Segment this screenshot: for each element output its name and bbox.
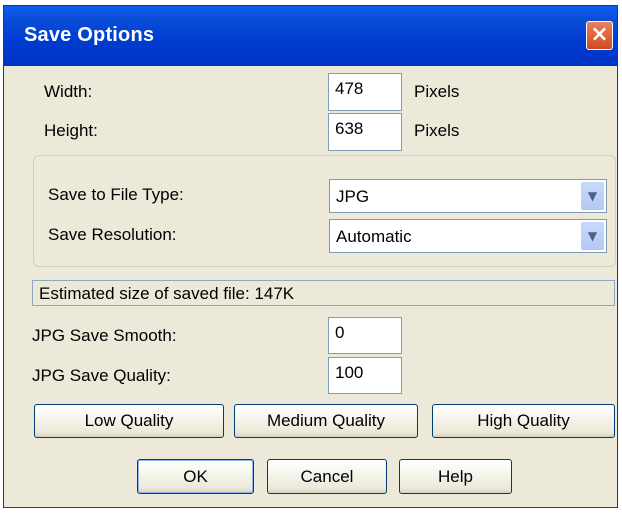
close-button[interactable]: × [586, 21, 613, 50]
resolution-label: Save Resolution: [48, 225, 177, 244]
low-quality-button[interactable]: Low Quality [34, 404, 224, 438]
save-type-group: Save to File Type: JPG ▼ Save Resolution… [33, 155, 616, 267]
chevron-down-icon[interactable]: ▼ [581, 222, 604, 250]
title-bar[interactable]: Save Options × [4, 6, 617, 66]
jpg-smooth-input[interactable]: 0 [328, 317, 402, 354]
help-button[interactable]: Help [399, 459, 512, 494]
width-label: Width: [44, 82, 93, 101]
file-type-label: Save to File Type: [48, 185, 184, 204]
jpg-smooth-label: JPG Save Smooth: [32, 326, 177, 345]
file-type-value: JPG [336, 187, 370, 206]
width-input[interactable]: 478 [328, 73, 402, 111]
height-input[interactable]: 638 [328, 113, 402, 151]
cancel-button[interactable]: Cancel [267, 459, 387, 494]
file-type-dropdown[interactable]: JPG ▼ [329, 179, 607, 213]
chevron-down-icon[interactable]: ▼ [581, 182, 604, 210]
height-unit-label: Pixels [414, 121, 460, 140]
resolution-value: Automatic [336, 227, 412, 246]
height-label: Height: [44, 121, 98, 140]
ok-button[interactable]: OK [137, 459, 254, 494]
save-options-dialog: Save Options × Width: 478 Pixels Height:… [3, 5, 618, 508]
high-quality-button[interactable]: High Quality [432, 404, 615, 438]
medium-quality-button[interactable]: Medium Quality [234, 404, 418, 438]
jpg-quality-label: JPG Save Quality: [32, 366, 171, 385]
width-unit-label: Pixels [414, 82, 460, 101]
dialog-title: Save Options [24, 24, 155, 46]
estimated-size-status: Estimated size of saved file: 147K [32, 280, 615, 306]
resolution-dropdown[interactable]: Automatic ▼ [329, 219, 607, 253]
close-icon: × [590, 22, 609, 47]
jpg-quality-input[interactable]: 100 [328, 357, 402, 394]
